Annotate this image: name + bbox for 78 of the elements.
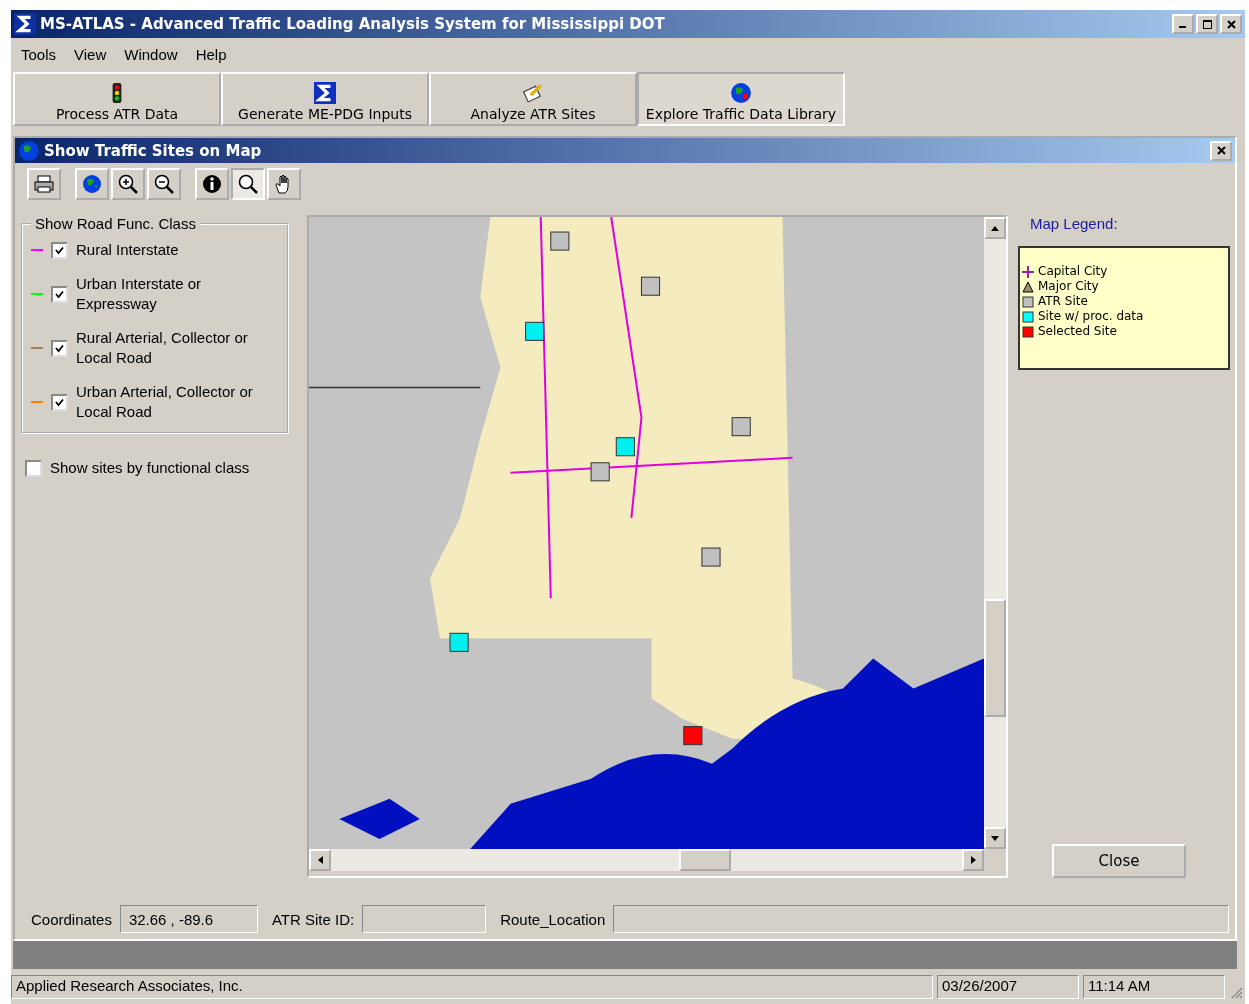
legend-label: Site w/ proc. data	[1038, 309, 1144, 324]
globe-tool[interactable]	[75, 168, 109, 200]
logo-icon	[314, 82, 336, 104]
maximize-icon	[1202, 19, 1212, 29]
info-icon	[202, 174, 222, 194]
legend-label: Selected Site	[1038, 324, 1117, 339]
printer-icon	[33, 174, 55, 194]
checkbox[interactable]	[51, 393, 68, 411]
input-field[interactable]	[613, 905, 1229, 933]
minimize-button[interactable]	[1172, 14, 1194, 34]
vertical-scrollbar[interactable]	[984, 217, 1006, 849]
check-icon	[55, 397, 64, 407]
menu-item[interactable]: Tools	[21, 45, 57, 63]
close-icon	[1216, 146, 1226, 155]
field-label: Route_Location	[499, 910, 607, 928]
down-arrow-icon	[991, 835, 999, 841]
map-window-title: Show Traffic Sites on Map	[44, 141, 262, 160]
legend-label: Capital City	[1038, 264, 1108, 279]
window-title: MS-ATLAS - Advanced Traffic Loading Analysis System for Mississippi DOT	[40, 15, 665, 33]
status-pane: 11:14 AM	[1083, 975, 1225, 999]
module-tab[interactable]: Explore Traffic Data Library	[637, 72, 845, 126]
print-tool[interactable]	[27, 168, 61, 200]
input-field[interactable]: 32.66 , -89.6	[119, 905, 258, 933]
check-icon	[55, 245, 64, 255]
maximize-button[interactable]	[1196, 14, 1218, 34]
globe-icon	[730, 82, 752, 104]
checkbox-label: Show sites by functional class	[50, 458, 250, 478]
up-arrow-icon	[991, 225, 999, 231]
right-arrow-icon	[970, 856, 976, 864]
pan-tool[interactable]	[267, 168, 301, 200]
module-tab[interactable]: Analyze ATR Sites	[429, 72, 637, 126]
field-label: ATR Site ID:	[270, 910, 356, 928]
legend-label: Major City	[1038, 279, 1099, 294]
zoom-in-icon	[117, 173, 139, 195]
status-pane: Applied Research Associates, Inc.	[11, 975, 933, 999]
close-icon	[1226, 19, 1236, 29]
checkbox[interactable]	[51, 339, 68, 357]
logo-icon	[14, 13, 36, 35]
checkbox-label: Rural Interstate	[76, 240, 179, 260]
legend-title: Map Legend:	[1029, 215, 1119, 234]
zoom-in-tool[interactable]	[111, 168, 145, 200]
checkbox[interactable]	[51, 285, 68, 303]
close-button[interactable]	[1220, 14, 1242, 34]
module-tab[interactable]: Process ATR Data	[13, 72, 221, 126]
close-button[interactable]	[1210, 140, 1232, 161]
scroll-down-button[interactable]	[984, 827, 1006, 849]
checkbox-label: Rural Arterial, Collector or Local Road	[76, 328, 249, 368]
scroll-up-button[interactable]	[984, 217, 1006, 239]
module-tab[interactable]: Generate ME-PDG Inputs	[221, 72, 429, 126]
left-arrow-icon	[317, 856, 323, 864]
checkbox[interactable]	[25, 459, 42, 477]
input-field[interactable]	[362, 905, 487, 933]
resize-grip-icon	[1229, 985, 1243, 999]
horizontal-scrollbar[interactable]	[309, 849, 984, 871]
scroll-left-button[interactable]	[309, 849, 331, 871]
checkbox[interactable]	[51, 241, 68, 259]
close-button[interactable]: Close	[1052, 844, 1186, 878]
check-icon	[55, 343, 64, 353]
status-pane: 03/26/2007	[937, 975, 1079, 999]
globe-icon	[18, 139, 40, 162]
scroll-thumb[interactable]	[679, 849, 731, 871]
search-icon	[237, 173, 259, 195]
globe-icon	[82, 174, 102, 194]
menu-item[interactable]: Help	[195, 45, 227, 63]
legend-label: ATR Site	[1038, 294, 1088, 309]
menu-item[interactable]: Window	[124, 45, 178, 63]
info-tool[interactable]	[195, 168, 229, 200]
scroll-thumb[interactable]	[984, 599, 1006, 717]
zoom-out-tool[interactable]	[147, 168, 181, 200]
checkbox-label: Urban Arterial, Collector or Local Road	[76, 382, 254, 422]
search-tool[interactable]	[231, 168, 265, 200]
check-icon	[55, 289, 64, 299]
group-title: Show Road Func. Class	[34, 215, 197, 232]
field-label: Coordinates	[30, 910, 113, 928]
scroll-right-button[interactable]	[962, 849, 984, 871]
zoom-out-icon	[153, 173, 175, 195]
menu-item[interactable]: View	[74, 45, 107, 63]
checkbox-label: Urban Interstate or Expressway	[76, 274, 203, 314]
